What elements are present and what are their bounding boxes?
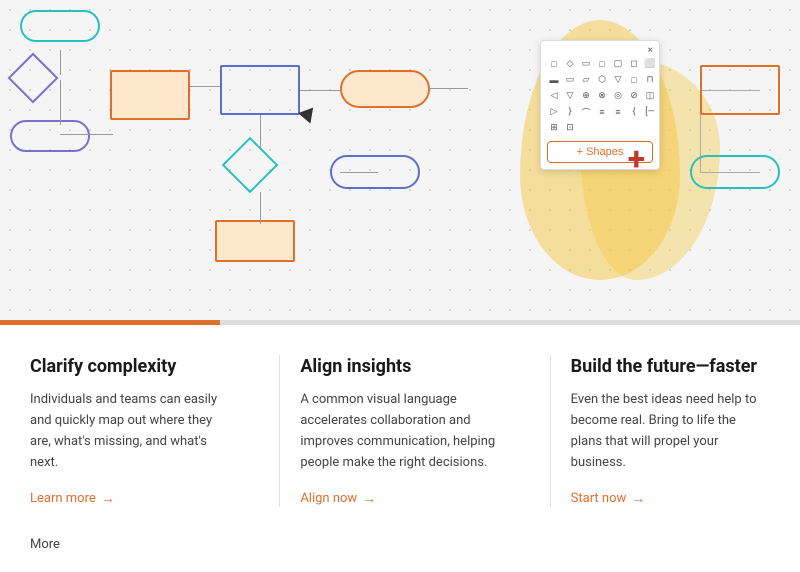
shape-icon: ≡: [595, 105, 609, 119]
shape-icon: □: [547, 57, 561, 71]
shape-icon: ◎: [611, 89, 625, 103]
connector-line-7: [260, 115, 261, 150]
shape-icon: ◇: [563, 57, 577, 71]
shape-icon: ⊞: [547, 121, 561, 135]
connector-line-4: [60, 50, 61, 75]
flowchart-node-purple-diamond: [8, 53, 59, 104]
shape-icon: ▬: [547, 73, 561, 87]
shape-icon: ⌒: [579, 105, 593, 119]
progress-track: [220, 320, 800, 325]
shape-icon: ▢: [611, 57, 625, 71]
shape-icon: {: [627, 105, 641, 119]
more-link-label: More: [30, 537, 60, 552]
flowchart-node-purple-oval: [10, 120, 90, 152]
shape-panel-close-icon[interactable]: ×: [648, 45, 653, 56]
col-divider-1: [279, 355, 280, 507]
shape-icon: ⊗: [595, 89, 609, 103]
progress-bar: [0, 320, 800, 325]
col-clarify-link-arrow: →: [101, 490, 115, 507]
content-col-clarify: Clarify complexity Individuals and teams…: [30, 355, 259, 507]
shape-icon: ≡: [611, 105, 625, 119]
shape-icon: ⬜: [643, 57, 657, 71]
col-align-link[interactable]: Align now →: [300, 490, 499, 507]
shape-icon: □: [595, 57, 609, 71]
flowchart-node-teal-diamond: [222, 137, 279, 194]
content-col-build: Build the future—faster Even the best id…: [571, 355, 770, 507]
shape-icon: ◻: [627, 57, 641, 71]
connector-line-5: [60, 80, 61, 125]
more-link[interactable]: More: [30, 537, 770, 552]
shape-icon: ▷: [547, 105, 561, 119]
col-clarify-body: Individuals and teams can easily and qui…: [30, 390, 229, 473]
shape-icon: ▽: [563, 89, 577, 103]
col-align-body: A common visual language accelerates col…: [300, 390, 499, 473]
col-align-title: Align insights: [300, 355, 499, 378]
col-clarify-link[interactable]: Learn more →: [30, 490, 229, 507]
shape-icon: ▭: [563, 73, 577, 87]
content-col-align: Align insights A common visual language …: [300, 355, 529, 507]
shape-icon: ⊓: [643, 73, 657, 87]
hero-section: + × □ ◇ ▭ □ ▢ ◻ ⬜ ▬ ▭ ▱ ⬡ ▽ □ ⊓ ◁ ▽ ⊕ ⊗ …: [0, 0, 800, 320]
flowchart-node-orange-rect-bottom: [215, 220, 295, 262]
col-clarify-link-label: Learn more: [30, 491, 96, 506]
flowchart-node-orange-right: [700, 65, 780, 115]
flowchart-node-orange-oval: [340, 70, 430, 108]
flowchart-node-teal-right: [690, 155, 780, 189]
shape-icon: ⊕: [579, 89, 593, 103]
shape-grid: □ ◇ ▭ □ ▢ ◻ ⬜ ▬ ▭ ▱ ⬡ ▽ □ ⊓ ◁ ▽ ⊕ ⊗ ◎ ⊘ …: [547, 57, 653, 135]
shape-icon: ⊡: [563, 121, 577, 135]
shape-icon: ▱: [579, 73, 593, 87]
connector-line-6: [60, 134, 113, 135]
shape-icon: ▽: [611, 73, 625, 87]
col-align-link-arrow: →: [362, 490, 376, 507]
shape-icon: ▭: [579, 57, 593, 71]
cursor-icon: [298, 108, 318, 127]
flowchart-node-orange-rect: [110, 70, 190, 120]
shape-icon: ⬡: [595, 73, 609, 87]
flowchart-node-teal-top: [20, 10, 100, 42]
footer-more-area: More: [0, 537, 800, 572]
plus-icon: +: [628, 140, 645, 178]
shape-icon: ◫: [643, 89, 657, 103]
content-section: Clarify complexity Individuals and teams…: [0, 325, 800, 537]
connector-line-8: [260, 192, 261, 224]
col-align-link-label: Align now: [300, 491, 357, 506]
shape-icon: }: [563, 105, 577, 119]
shape-icon: [—: [643, 105, 657, 119]
connector-line-9: [340, 172, 378, 173]
col-build-link-label: Start now: [571, 491, 627, 506]
col-build-title: Build the future—faster: [571, 355, 770, 378]
col-build-link-arrow: →: [631, 490, 645, 507]
col-divider-2: [550, 355, 551, 507]
connector-line-3: [428, 88, 468, 89]
connector-line-1: [190, 86, 220, 87]
col-build-link[interactable]: Start now →: [571, 490, 770, 507]
col-build-body: Even the best ideas need help to become …: [571, 390, 770, 473]
col-clarify-title: Clarify complexity: [30, 355, 229, 378]
shape-icon: ◁: [547, 89, 561, 103]
progress-fill: [0, 320, 220, 325]
shape-icon: □: [627, 73, 641, 87]
connector-line-2: [300, 90, 342, 91]
shape-icon: ⊘: [627, 89, 641, 103]
flowchart-node-blue-rect: [220, 65, 300, 115]
